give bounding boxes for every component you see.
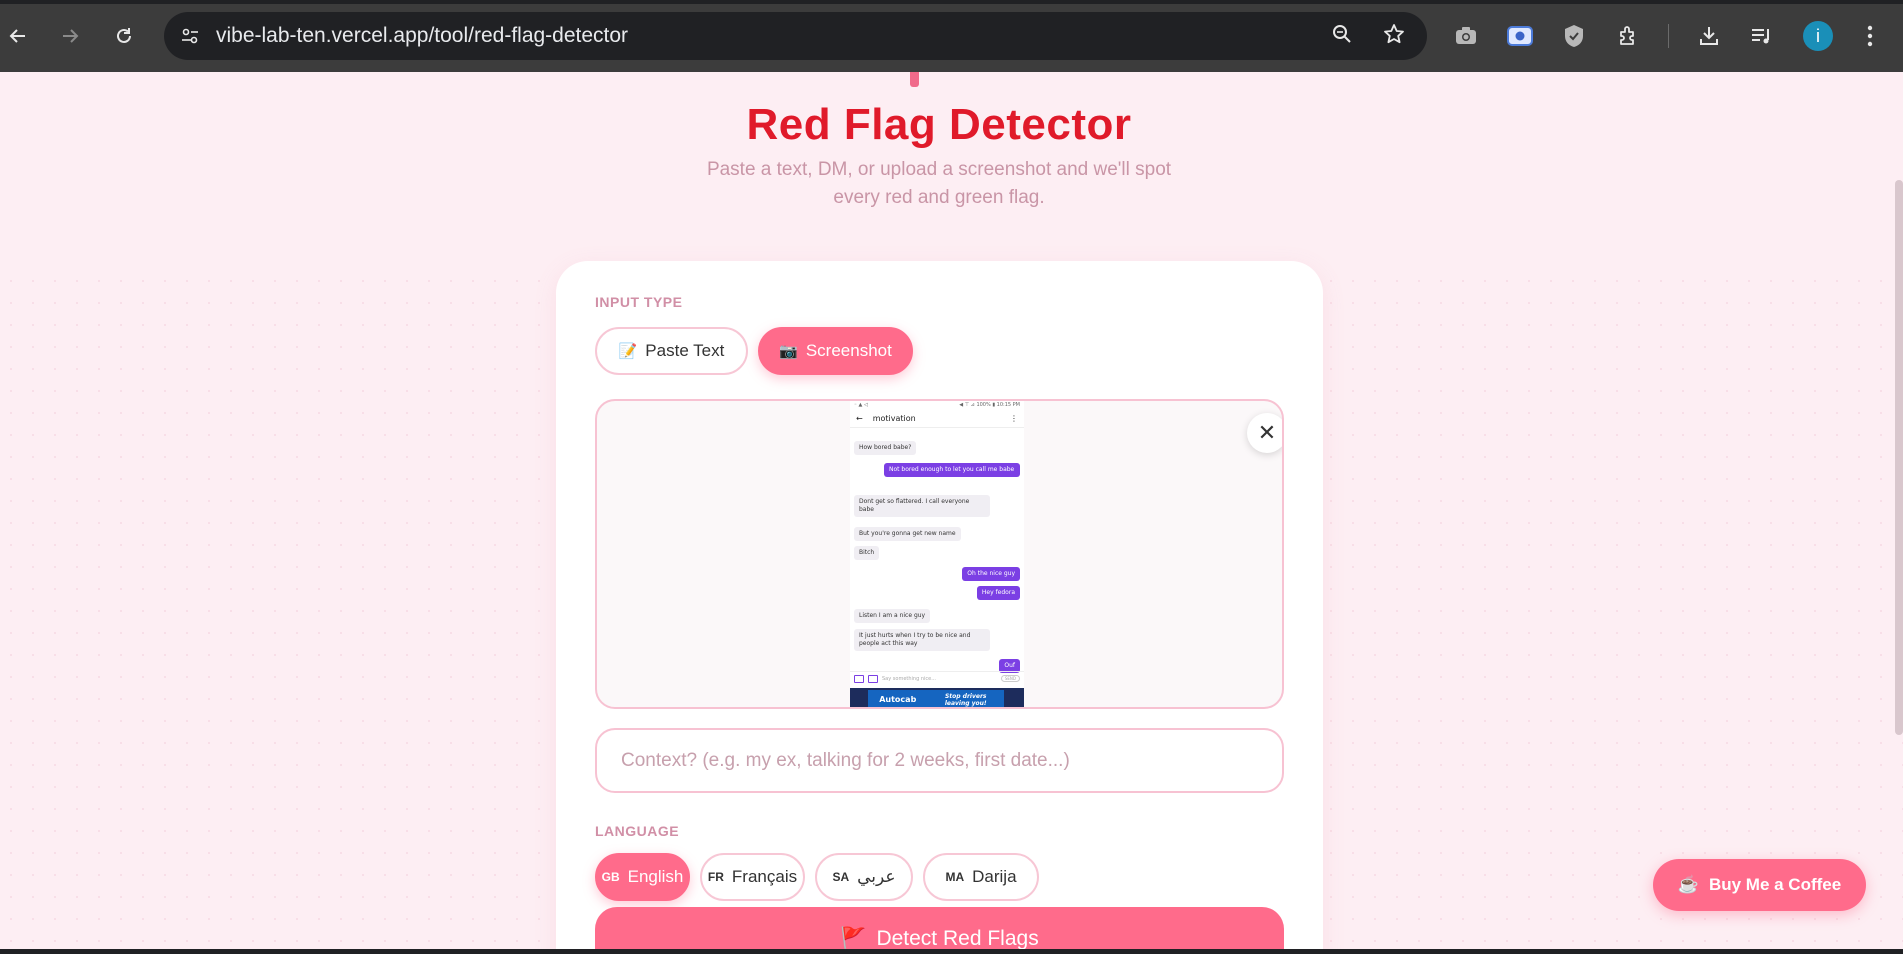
gb-flag-icon: GB [601,870,620,884]
language-option-english[interactable]: GB English [595,853,690,901]
chat-ad-banner: Autocab Stop drivers leaving you! [850,688,1024,707]
chat-message: How bored babe? [854,441,917,455]
detect-red-flags-button[interactable]: 🚩 Detect Red Flags [595,907,1284,954]
screen-capture-extension-icon[interactable] [1502,18,1538,54]
chat-message: Bitch [854,546,880,560]
screenshot-label: Screenshot [805,341,892,360]
chat-message: It just hurts when I try to be nice and … [854,629,990,651]
bookmark-star-icon[interactable] [1383,23,1405,49]
media-controls-icon[interactable] [1744,18,1780,54]
window-bottom-edge [0,949,1903,954]
ad-tagline: Stop drivers leaving you! [944,692,987,707]
chat-contact-name: motivation [872,414,916,423]
chat-send-label: SEND [1000,675,1020,682]
toolbar-divider [1668,24,1669,48]
chat-gallery-icon [854,674,864,683]
page-content: Red Flag Detector Paste a text, DM, or u… [0,72,1903,954]
camera-extension-icon[interactable] [1448,18,1484,54]
back-icon[interactable] [3,21,33,51]
page-scrollbar[interactable] [1895,180,1903,735]
remove-screenshot-button[interactable]: ✕ [1247,413,1282,453]
tab-strip-edge [0,0,1903,4]
page-subtitle: Paste a text, DM, or upload a screenshot… [706,159,1172,208]
screenshot-tab[interactable]: 📷 Screenshot [758,327,913,375]
profile-avatar[interactable]: i [1803,21,1833,51]
language-option-french[interactable]: FR Français [700,853,805,901]
ma-flag-icon: MA [945,870,965,884]
reload-icon[interactable] [109,21,139,51]
chat-more-icon: ⋮ [1010,414,1018,423]
language-arabic-label: عربي [857,867,896,886]
site-settings-icon[interactable] [170,16,210,56]
browser-toolbar: vibe-lab-ten.vercel.app/tool/red-flag-de… [0,0,1903,72]
input-type-label: INPUT TYPE [595,294,683,310]
memo-icon: 📝 [618,343,638,360]
chat-input-placeholder: Say something nice... [882,675,936,682]
chat-message: Dont get so flattered. I call everyone b… [854,495,990,517]
chat-app-bar: ← motivation ⋮ [850,410,1024,428]
close-icon: ✕ [1257,420,1277,446]
url-text[interactable]: vibe-lab-ten.vercel.app/tool/red-flag-de… [216,24,628,48]
context-input[interactable] [595,728,1284,793]
chat-gif-icon [868,674,878,683]
language-option-darija[interactable]: MA Darija [923,853,1039,901]
flag-pole-icon [910,72,919,87]
camera-icon: 📷 [779,343,798,360]
screenshot-preview: ◦ ▲ ◁ ◀ ⊤ ⊿ 100% ▮ 10:15 PM ← motivation… [595,399,1284,709]
chat-message: Listen I am a nice guy [854,609,931,623]
language-darija-label: Darija [972,867,1017,886]
chat-input-bar: Say something nice... SEND [850,671,1024,685]
chat-message: Oh the nice guy [962,567,1020,581]
chat-back-icon: ← [856,414,863,423]
buy-me-a-coffee-button[interactable]: ☕ Buy Me a Coffee [1653,859,1866,911]
chat-message: Not bored enough to let you call me babe [884,463,1020,477]
extensions-puzzle-icon[interactable] [1611,18,1647,54]
forward-icon[interactable] [55,21,85,51]
page-title: Red Flag Detector [746,100,1132,149]
detector-card: INPUT TYPE 📝 Paste Text 📷 Screenshot ◦ ▲… [556,261,1323,954]
uploaded-chat-screenshot: ◦ ▲ ◁ ◀ ⊤ ⊿ 100% ▮ 10:15 PM ← motivation… [850,401,1024,707]
language-label: LANGUAGE [595,823,680,839]
language-french-label: Français [731,867,798,886]
phone-status-bar: ◦ ▲ ◁ ◀ ⊤ ⊿ 100% ▮ 10:15 PM [850,401,1024,410]
chat-message: But you're gonna get new name [854,527,961,541]
status-right: ◀ ⊤ ⊿ 100% ▮ 10:15 PM [959,402,1020,408]
shield-extension-icon[interactable] [1556,18,1592,54]
paste-text-label: Paste Text [645,341,725,360]
sa-flag-icon: SA [832,870,850,884]
zoom-icon[interactable] [1331,23,1353,49]
status-left: ◦ ▲ ◁ [854,402,868,408]
language-english-label: English [627,867,684,886]
fr-flag-icon: FR [707,870,724,884]
ad-brand: Autocab [879,695,917,704]
address-bar[interactable]: vibe-lab-ten.vercel.app/tool/red-flag-de… [164,12,1427,60]
paste-text-tab[interactable]: 📝 Paste Text [595,327,748,375]
language-option-arabic[interactable]: SA عربي [815,853,913,901]
coffee-button-label: Buy Me a Coffee [1708,875,1842,894]
browser-menu-icon[interactable] [1852,18,1888,54]
hero-section: Red Flag Detector Paste a text, DM, or u… [0,72,1903,262]
coffee-icon: ☕ [1677,875,1699,894]
chat-message: Hey fedora [976,586,1020,600]
download-icon[interactable] [1691,18,1727,54]
ad-content: Autocab Stop drivers leaving you! [868,689,1004,707]
